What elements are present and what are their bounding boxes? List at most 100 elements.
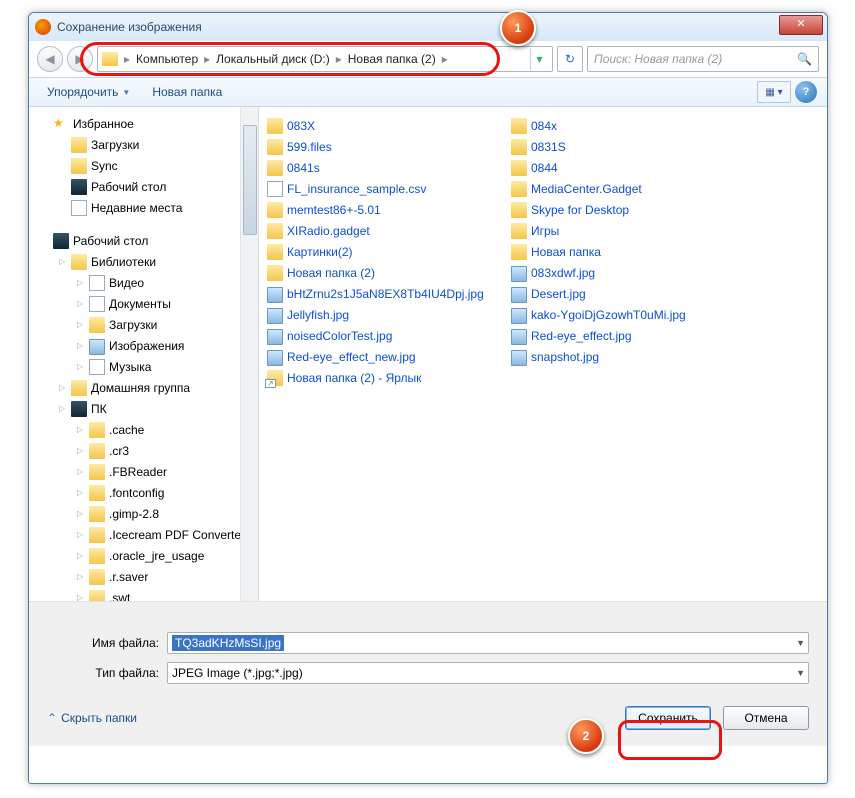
folder-icon bbox=[89, 485, 105, 501]
tree-item[interactable]: .fontconfig bbox=[31, 482, 258, 503]
folder-icon bbox=[89, 422, 105, 438]
tree-item[interactable]: Загрузки bbox=[31, 314, 258, 335]
img-icon bbox=[267, 308, 283, 324]
new-folder-button[interactable]: Новая папка bbox=[144, 82, 230, 102]
filetype-value: JPEG Image (*.jpg;*.jpg) bbox=[172, 666, 303, 680]
breadcrumb-item[interactable]: Компьютер bbox=[132, 52, 202, 66]
folder-icon bbox=[267, 202, 283, 218]
filename-value: TQ3adKHzMsSI.jpg bbox=[172, 635, 284, 651]
filename-input[interactable]: TQ3adKHzMsSI.jpg ▼ bbox=[167, 632, 809, 654]
save-button[interactable]: Сохранить bbox=[625, 706, 711, 730]
list-item[interactable]: kako-YgoiDjGzowhT0uMi.jpg bbox=[511, 304, 737, 325]
list-item[interactable]: 0844 bbox=[511, 157, 737, 178]
tree-scrollbar[interactable] bbox=[240, 107, 258, 601]
organize-button[interactable]: Упорядочить ▼ bbox=[39, 82, 138, 102]
folder-icon bbox=[89, 317, 105, 333]
tree-desktop[interactable]: Рабочий стол bbox=[31, 230, 258, 251]
list-item[interactable]: Red-eye_effect_new.jpg bbox=[267, 346, 493, 367]
img-icon bbox=[267, 329, 283, 345]
filename-label: Имя файла: bbox=[47, 636, 167, 650]
tree-item[interactable]: .cr3 bbox=[31, 440, 258, 461]
list-item[interactable]: snapshot.jpg bbox=[511, 346, 737, 367]
filetype-select[interactable]: JPEG Image (*.jpg;*.jpg) ▼ bbox=[167, 662, 809, 684]
star-icon: ★ bbox=[53, 116, 69, 132]
tree-item[interactable]: .oracle_jre_usage bbox=[31, 545, 258, 566]
list-item[interactable]: noisedColorTest.jpg bbox=[267, 325, 493, 346]
hide-folders-link[interactable]: ⌃ Скрыть папки bbox=[47, 711, 137, 725]
nav-row: ◀ ▶ ▸ Компьютер ▸ Локальный диск (D:) ▸ … bbox=[29, 41, 827, 77]
search-placeholder: Поиск: Новая папка (2) bbox=[594, 52, 722, 66]
breadcrumb-dropdown[interactable]: ▾ bbox=[530, 48, 548, 70]
search-input[interactable]: Поиск: Новая папка (2) 🔍 bbox=[587, 46, 819, 72]
list-item[interactable]: Новая папка (2) bbox=[267, 262, 493, 283]
mon-icon bbox=[71, 179, 87, 195]
img-icon bbox=[267, 287, 283, 303]
folder-icon bbox=[89, 548, 105, 564]
list-item[interactable]: bHtZrnu2s1J5aN8EX8Tb4IU4Dpj.jpg bbox=[267, 283, 493, 304]
list-item[interactable]: Картинки(2) bbox=[267, 241, 493, 262]
tree-item[interactable]: Рабочий стол bbox=[31, 176, 258, 197]
toolbar: Упорядочить ▼ Новая папка ▦ ▾ ? bbox=[29, 77, 827, 107]
view-mode-button[interactable]: ▦ ▾ bbox=[757, 81, 791, 103]
tree-item[interactable]: Документы bbox=[31, 293, 258, 314]
list-item[interactable]: XIRadio.gadget bbox=[267, 220, 493, 241]
list-item[interactable]: 084x bbox=[511, 115, 737, 136]
refresh-button[interactable]: ↻ bbox=[557, 46, 583, 72]
list-item[interactable]: 0831S bbox=[511, 136, 737, 157]
list-item[interactable]: 083xdwf.jpg bbox=[511, 262, 737, 283]
list-item[interactable]: 0841s bbox=[267, 157, 493, 178]
tree-item[interactable]: .gimp-2.8 bbox=[31, 503, 258, 524]
breadcrumb-item[interactable]: Новая папка (2) bbox=[344, 52, 440, 66]
tree-item[interactable]: Недавние места bbox=[31, 197, 258, 218]
tree-item[interactable]: Sync bbox=[31, 155, 258, 176]
nav-forward-button[interactable]: ▶ bbox=[67, 46, 93, 72]
cancel-button[interactable]: Отмена bbox=[723, 706, 809, 730]
close-button[interactable]: ✕ bbox=[779, 15, 823, 35]
mon-icon bbox=[71, 401, 87, 417]
folder-icon bbox=[267, 139, 283, 155]
address-bar[interactable]: ▸ Компьютер ▸ Локальный диск (D:) ▸ Нова… bbox=[97, 46, 553, 72]
breadcrumb-item[interactable]: Локальный диск (D:) bbox=[212, 52, 334, 66]
folder-icon bbox=[511, 160, 527, 176]
tree-item[interactable]: .Icecream PDF Converter bbox=[31, 524, 258, 545]
list-item[interactable]: Новая папка bbox=[511, 241, 737, 262]
tree-favorites[interactable]: ★Избранное bbox=[31, 113, 258, 134]
folder-icon bbox=[89, 506, 105, 522]
list-item[interactable]: memtest86+-5.01 bbox=[267, 199, 493, 220]
tree-item[interactable]: .r.saver bbox=[31, 566, 258, 587]
img-icon bbox=[267, 350, 283, 366]
list-item[interactable]: Игры bbox=[511, 220, 737, 241]
tree-item[interactable]: .cache bbox=[31, 419, 258, 440]
help-button[interactable]: ? bbox=[795, 81, 817, 103]
list-item[interactable]: Новая папка (2) - Ярлык bbox=[267, 367, 493, 388]
filetype-label: Тип файла: bbox=[47, 666, 167, 680]
tree-libraries[interactable]: Библиотеки bbox=[31, 251, 258, 272]
tree-item[interactable]: Изображения bbox=[31, 335, 258, 356]
annotation-callout-2: 2 bbox=[568, 718, 604, 754]
list-item[interactable]: 599.files bbox=[267, 136, 493, 157]
folder-icon bbox=[267, 265, 283, 281]
list-item[interactable]: Jellyfish.jpg bbox=[267, 304, 493, 325]
img-icon bbox=[511, 308, 527, 324]
folder-icon bbox=[89, 443, 105, 459]
save-dialog: Сохранение изображения ✕ ◀ ▶ ▸ Компьютер… bbox=[28, 12, 828, 784]
tree-item[interactable]: Музыка bbox=[31, 356, 258, 377]
file-icon bbox=[89, 275, 105, 291]
list-item[interactable]: 083X bbox=[267, 115, 493, 136]
list-item[interactable]: Red-eye_effect.jpg bbox=[511, 325, 737, 346]
folder-icon bbox=[267, 118, 283, 134]
nav-back-button[interactable]: ◀ bbox=[37, 46, 63, 72]
list-item[interactable]: Skype for Desktop bbox=[511, 199, 737, 220]
tree-item[interactable]: Загрузки bbox=[31, 134, 258, 155]
folder-icon bbox=[511, 181, 527, 197]
tree-item[interactable]: .FBReader bbox=[31, 461, 258, 482]
list-item[interactable]: MediaCenter.Gadget bbox=[511, 178, 737, 199]
list-item[interactable]: FL_insurance_sample.csv bbox=[267, 178, 493, 199]
list-item[interactable]: Desert.jpg bbox=[511, 283, 737, 304]
img-icon bbox=[511, 350, 527, 366]
tree-homegroup[interactable]: Домашняя группа bbox=[31, 377, 258, 398]
tree-item[interactable]: Видео bbox=[31, 272, 258, 293]
tree-item[interactable]: .swt bbox=[31, 587, 258, 601]
file-icon bbox=[89, 359, 105, 375]
tree-pc[interactable]: ПК bbox=[31, 398, 258, 419]
